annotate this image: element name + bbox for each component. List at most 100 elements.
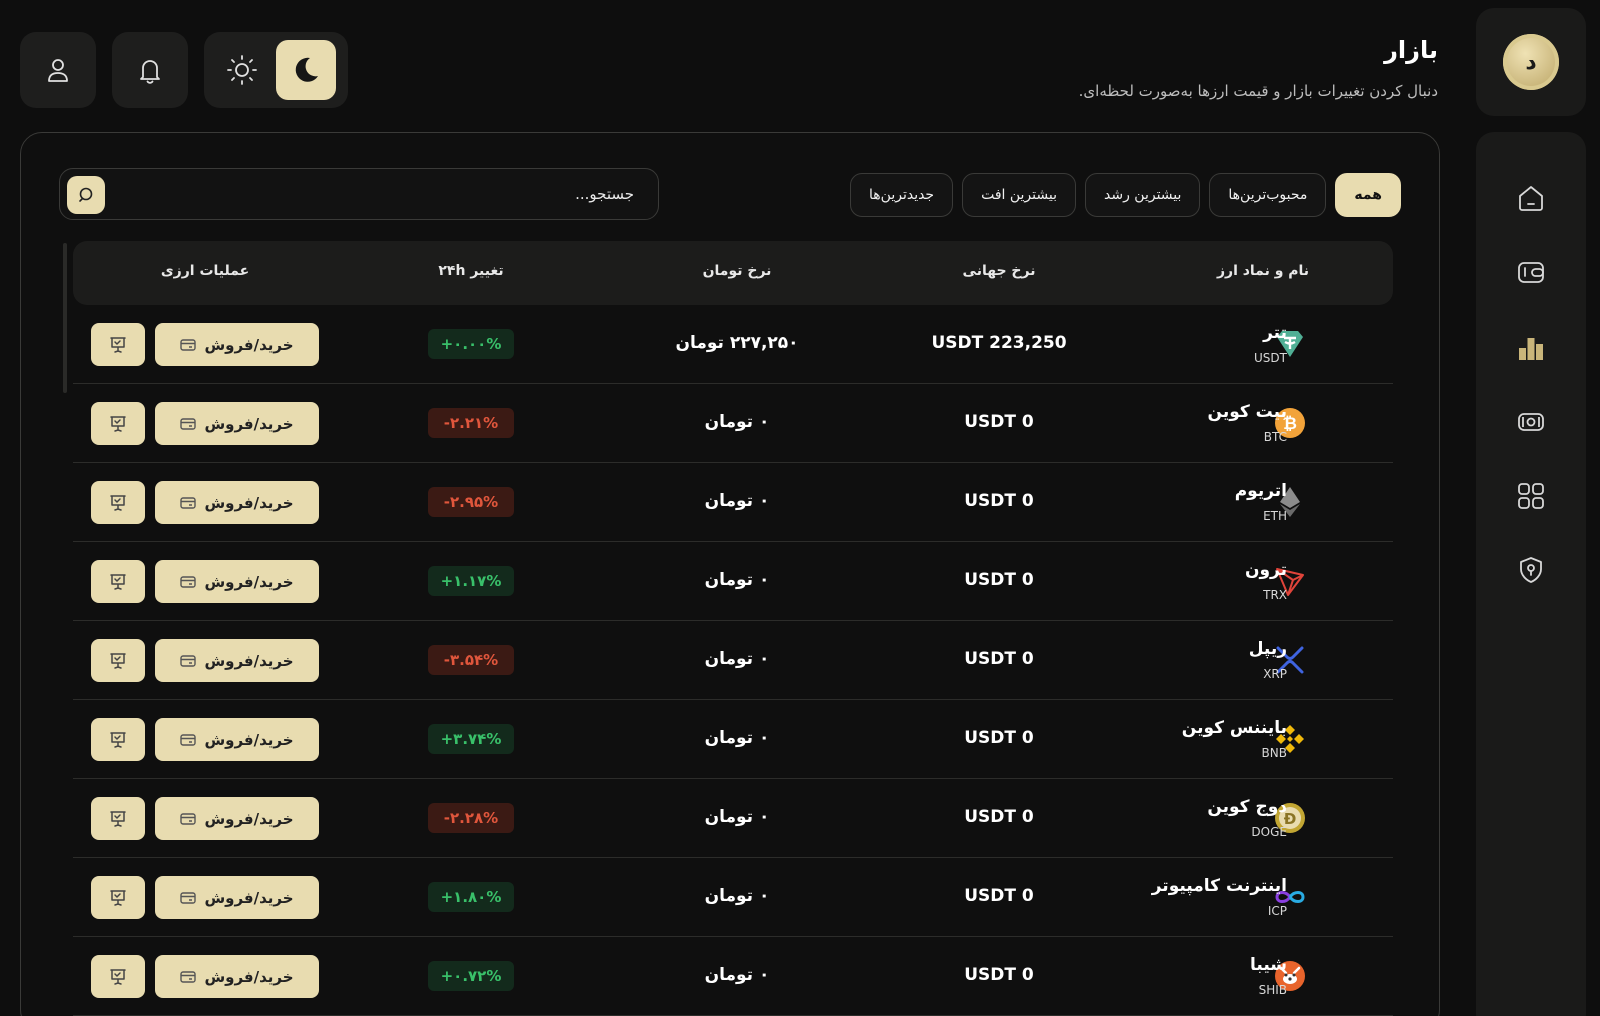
table-row[interactable]: Ð دوج کوین DOGE 0 USDT ۰ تومان -۲.۲۸% خر… bbox=[73, 779, 1393, 858]
table-row[interactable]: ترون TRX 0 USDT ۰ تومان +۱.۱۷% خرید/فروش bbox=[73, 542, 1393, 621]
sidebar-item-services[interactable] bbox=[1513, 478, 1549, 514]
global-rate: 0 USDT bbox=[964, 570, 1034, 590]
card-icon bbox=[180, 733, 197, 746]
buy-sell-label: خرید/فروش bbox=[204, 967, 294, 986]
global-rate: 0 USDT bbox=[964, 965, 1034, 985]
table-row[interactable]: شیبا SHIB 0 USDT ۰ تومان +۰.۷۲% خرید/فرو… bbox=[73, 937, 1393, 1016]
coin-symbol: ICP bbox=[1267, 904, 1287, 918]
global-rate: 0 USDT bbox=[964, 728, 1034, 748]
col-header-actions: عملیات ارزی bbox=[160, 263, 250, 279]
user-icon bbox=[48, 59, 68, 82]
sidebar-item-market[interactable] bbox=[1513, 330, 1549, 366]
market-panel: همه محبوب‌ترین‌ها بیشترین رشد بیشترین اف… bbox=[20, 132, 1440, 1016]
table-row[interactable]: تتر USDT 223,250 USDT ۲۲۷,۲۵۰ تومان +۰.۰… bbox=[73, 305, 1393, 384]
view-chart-button[interactable] bbox=[91, 876, 145, 919]
buy-sell-button[interactable]: خرید/فروش bbox=[155, 560, 319, 603]
table-row[interactable]: بایننس کوین BNB 0 USDT ۰ تومان +۳.۷۴% خر… bbox=[73, 700, 1393, 779]
sun-icon bbox=[227, 55, 257, 85]
profile-button[interactable] bbox=[20, 32, 96, 108]
col-header-global-rate: نرخ جهانی bbox=[962, 263, 1036, 279]
card-icon bbox=[180, 417, 197, 430]
buy-sell-button[interactable]: خرید/فروش bbox=[155, 481, 319, 524]
sidebar-item-home[interactable] bbox=[1513, 180, 1549, 216]
sidebar-item-security[interactable] bbox=[1513, 552, 1549, 588]
coin-symbol: ETH bbox=[1263, 509, 1287, 523]
change-badge: +۳.۷۴% bbox=[428, 724, 514, 754]
dark-theme-button[interactable] bbox=[276, 40, 336, 100]
presentation-chart-icon bbox=[110, 731, 126, 748]
toman-rate: ۰ تومان bbox=[704, 570, 770, 590]
coin-symbol: XRP bbox=[1263, 667, 1287, 681]
card-icon bbox=[180, 575, 197, 588]
buy-sell-button[interactable]: خرید/فروش bbox=[155, 639, 319, 682]
presentation-chart-icon bbox=[110, 968, 126, 985]
search-icon bbox=[79, 187, 93, 202]
table-scrollbar[interactable] bbox=[63, 243, 67, 393]
filter-top-gainers[interactable]: بیشترین رشد bbox=[1085, 173, 1201, 217]
notifications-button[interactable] bbox=[112, 32, 188, 108]
filter-popular[interactable]: محبوب‌ترین‌ها bbox=[1209, 173, 1327, 217]
view-chart-button[interactable] bbox=[91, 797, 145, 840]
toman-rate: ۲۲۷,۲۵۰ تومان bbox=[675, 333, 799, 353]
table-row[interactable]: اتریوم ETH 0 USDT ۰ تومان -۲.۹۵% خرید/فر… bbox=[73, 463, 1393, 542]
view-chart-button[interactable] bbox=[91, 639, 145, 682]
view-chart-button[interactable] bbox=[91, 718, 145, 761]
table-row[interactable]: اینترنت کامپیوتر ICP 0 USDT ۰ تومان +۱.۸… bbox=[73, 858, 1393, 937]
table-row[interactable]: ریپل XRP 0 USDT ۰ تومان -۳.۵۴% خرید/فروش bbox=[73, 621, 1393, 700]
change-badge: +۱.۸۰% bbox=[428, 882, 514, 912]
global-rate: 0 USDT bbox=[964, 649, 1034, 669]
toman-rate: ۰ تومان bbox=[704, 965, 770, 985]
filter-newest[interactable]: جدیدترین‌ها bbox=[850, 173, 954, 217]
buy-sell-label: خرید/فروش bbox=[204, 888, 294, 907]
toman-rate: ۰ تومان bbox=[704, 412, 770, 432]
coin-name: بایننس کوین bbox=[1181, 718, 1287, 738]
coin-symbol: USDT bbox=[1254, 351, 1287, 365]
buy-sell-button[interactable]: خرید/فروش bbox=[155, 402, 319, 445]
card-icon bbox=[180, 812, 197, 825]
view-chart-button[interactable] bbox=[91, 955, 145, 998]
buy-sell-button[interactable]: خرید/فروش bbox=[155, 718, 319, 761]
coin-name: تتر bbox=[1263, 323, 1287, 343]
brand-logo-box[interactable]: د bbox=[1476, 8, 1586, 116]
market-table-body: تتر USDT 223,250 USDT ۲۲۷,۲۵۰ تومان +۰.۰… bbox=[73, 305, 1393, 1016]
search-box bbox=[59, 168, 659, 220]
global-rate: 0 USDT bbox=[964, 491, 1034, 511]
buy-sell-button[interactable]: خرید/فروش bbox=[155, 323, 319, 366]
light-theme-button[interactable] bbox=[212, 40, 272, 100]
moon-icon bbox=[295, 57, 318, 82]
card-icon bbox=[180, 338, 197, 351]
buy-sell-label: خرید/فروش bbox=[204, 730, 294, 749]
coin-symbol: DOGE bbox=[1251, 825, 1287, 839]
view-chart-button[interactable] bbox=[91, 323, 145, 366]
change-badge: +۱.۱۷% bbox=[428, 566, 514, 596]
buy-sell-button[interactable]: خرید/فروش bbox=[155, 797, 319, 840]
view-chart-button[interactable] bbox=[91, 481, 145, 524]
presentation-chart-icon bbox=[110, 415, 126, 432]
grid-icon bbox=[1518, 483, 1544, 509]
buy-sell-button[interactable]: خرید/فروش bbox=[155, 876, 319, 919]
sidebar-nav bbox=[1476, 132, 1586, 1016]
change-badge: -۲.۲۱% bbox=[428, 408, 514, 438]
view-chart-button[interactable] bbox=[91, 560, 145, 603]
presentation-chart-icon bbox=[110, 889, 126, 906]
sidebar-item-wallet[interactable] bbox=[1513, 254, 1549, 290]
toman-rate: ۰ تومان bbox=[704, 807, 770, 827]
sidebar-item-cash[interactable] bbox=[1513, 404, 1549, 440]
view-chart-button[interactable] bbox=[91, 402, 145, 445]
presentation-chart-icon bbox=[110, 573, 126, 590]
buy-sell-button[interactable]: خرید/فروش bbox=[155, 955, 319, 998]
filter-top-losers[interactable]: بیشترین افت bbox=[962, 173, 1076, 217]
presentation-chart-icon bbox=[110, 336, 126, 353]
buy-sell-label: خرید/فروش bbox=[204, 651, 294, 670]
search-button[interactable] bbox=[67, 176, 105, 214]
change-badge: -۳.۵۴% bbox=[428, 645, 514, 675]
global-rate: 0 USDT bbox=[964, 412, 1034, 432]
table-row[interactable]: ₿ بیت کوین BTC 0 USDT ۰ تومان -۲.۲۱% خری… bbox=[73, 384, 1393, 463]
filter-tabs: همه محبوب‌ترین‌ها بیشترین رشد بیشترین اف… bbox=[850, 173, 1401, 217]
coin-name: شیبا bbox=[1250, 955, 1287, 975]
filter-all[interactable]: همه bbox=[1335, 173, 1401, 217]
presentation-chart-icon bbox=[110, 652, 126, 669]
shield-icon bbox=[1520, 557, 1542, 583]
card-icon bbox=[180, 891, 197, 904]
search-input[interactable] bbox=[134, 179, 634, 209]
